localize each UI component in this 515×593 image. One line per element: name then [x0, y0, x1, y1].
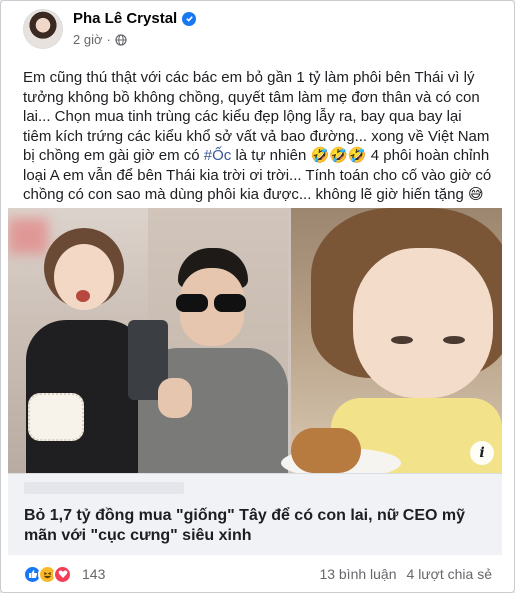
post-card: Pha Lê Crystal 2 giờ · Em cũng thú thật …	[0, 0, 515, 593]
post-stats: 143 13 bình luận 4 lượt chia sẻ	[23, 561, 492, 587]
link-domain-placeholder	[24, 482, 184, 494]
info-icon[interactable]: i	[470, 441, 494, 465]
photo-left	[8, 208, 288, 473]
post-subline: 2 giờ ·	[73, 32, 196, 47]
reaction-count[interactable]: 143	[82, 566, 105, 582]
separator-dot: ·	[106, 32, 111, 47]
share-count[interactable]: 4 lượt chia sẻ	[407, 566, 492, 582]
globe-icon[interactable]	[115, 33, 127, 46]
post-time[interactable]: 2 giờ	[73, 32, 103, 47]
author-name[interactable]: Pha Lê Crystal	[73, 10, 177, 27]
link-preview-box[interactable]: Bỏ 1,7 tỷ đồng mua "giống" Tây để có con…	[8, 473, 502, 555]
author-row: Pha Lê Crystal	[73, 10, 197, 27]
post-header: Pha Lê Crystal 2 giờ ·	[23, 9, 502, 65]
reactions-summary[interactable]: 143	[23, 564, 105, 584]
link-title[interactable]: Bỏ 1,7 tỷ đồng mua "giống" Tây để có con…	[24, 506, 484, 546]
comment-count[interactable]: 13 bình luận	[319, 566, 396, 582]
link-preview-image[interactable]: i	[8, 208, 502, 473]
post-text: Em cũng thú thật với các bác em bỏ gần 1…	[23, 68, 493, 205]
photo-right	[281, 208, 502, 473]
love-icon	[53, 564, 72, 584]
author-avatar[interactable]	[23, 9, 63, 49]
post-meta: Pha Lê Crystal 2 giờ ·	[73, 10, 197, 65]
hashtag-link[interactable]: #Ốc	[204, 147, 232, 164]
verified-badge-icon	[182, 11, 197, 26]
engagement-links: 13 bình luận 4 lượt chia sẻ	[319, 566, 492, 582]
